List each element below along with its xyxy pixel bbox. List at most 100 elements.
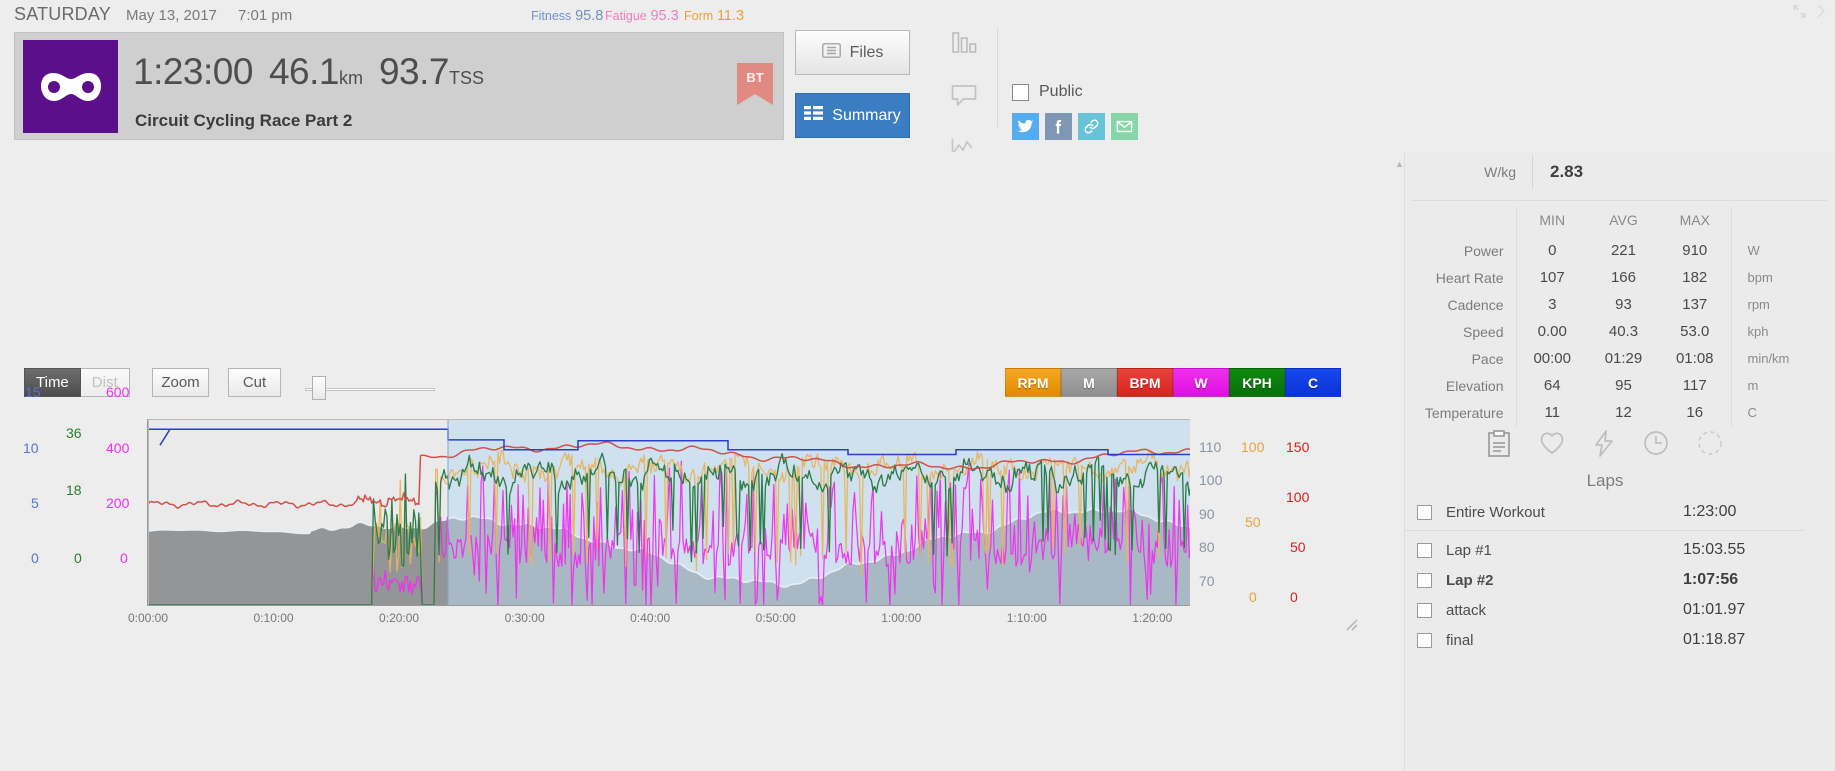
x-tick-1: 0:10:00 bbox=[253, 611, 294, 625]
list-item[interactable]: attack 01:01.97 bbox=[1405, 595, 1805, 625]
list-item[interactable]: final 01:18.87 bbox=[1405, 625, 1805, 655]
legend-button-m[interactable]: M bbox=[1061, 368, 1117, 397]
fatigue-label: Fatigue bbox=[605, 9, 647, 23]
axis-kph-tick-36: 36 bbox=[66, 425, 82, 441]
stat-max: 137 bbox=[1659, 291, 1732, 318]
workout-chart-plot[interactable] bbox=[147, 419, 1190, 606]
stat-max: 16 bbox=[1659, 399, 1732, 426]
axis-kph-tick-18: 18 bbox=[66, 482, 82, 498]
public-toggle[interactable]: Public bbox=[1012, 83, 1083, 101]
axis-m-tick-100: 100 bbox=[1199, 472, 1223, 488]
link-icon[interactable] bbox=[1078, 113, 1105, 140]
scrollbar-up-arrow[interactable]: ▲ bbox=[1395, 159, 1404, 169]
chevron-right-icon[interactable] bbox=[1816, 4, 1827, 23]
bt-badge: BT bbox=[737, 63, 773, 105]
fatigue-metric: Fatigue 95.3 bbox=[605, 8, 679, 24]
axis-bpm-tick-100: 100 bbox=[1286, 489, 1310, 505]
axis-bpm-tick-150: 150 bbox=[1286, 439, 1310, 455]
lap-checkbox[interactable] bbox=[1417, 542, 1432, 558]
axis-w-tick-600: 600 bbox=[106, 384, 130, 400]
stat-avg: 166 bbox=[1610, 269, 1636, 286]
files-button[interactable]: Files bbox=[795, 30, 910, 75]
stat-avg: 40.3 bbox=[1608, 323, 1639, 340]
stat-max: 117 bbox=[1659, 372, 1732, 399]
lightning-icon[interactable] bbox=[1593, 430, 1615, 462]
lap-checkbox[interactable] bbox=[1417, 602, 1432, 618]
summary-button[interactable]: Summary bbox=[795, 93, 910, 138]
wkg-value: 2.83 bbox=[1532, 155, 1612, 189]
fitness-metric: Fitness 95.8 bbox=[531, 8, 603, 24]
clock-icon[interactable] bbox=[1643, 430, 1669, 462]
facebook-icon[interactable] bbox=[1045, 113, 1072, 140]
form-value: 11.3 bbox=[716, 8, 745, 24]
window-controls bbox=[1793, 4, 1827, 23]
axis-rpm-tick-50: 50 bbox=[1245, 514, 1261, 530]
chart-resize-handle[interactable] bbox=[1345, 618, 1358, 636]
dashed-circle-icon[interactable] bbox=[1697, 430, 1723, 462]
header-divider bbox=[997, 27, 998, 127]
x-tick-8: 1:20:00 bbox=[1132, 611, 1173, 625]
axis-kph-tick-0: 0 bbox=[74, 550, 82, 566]
stat-min: 3 bbox=[1515, 291, 1588, 318]
bar-chart-icon[interactable] bbox=[940, 22, 988, 62]
list-item[interactable]: Lap #2 1:07:56 bbox=[1405, 565, 1805, 595]
expand-icon[interactable] bbox=[1793, 4, 1806, 23]
duration-value: 1:23:00 bbox=[133, 51, 253, 92]
legend-button-c[interactable]: C bbox=[1285, 368, 1341, 397]
sport-type-icon[interactable] bbox=[23, 40, 118, 133]
form-label: Form bbox=[684, 9, 714, 23]
axis-bpm-tick-0: 0 bbox=[1290, 589, 1298, 605]
legend-button-kph[interactable]: KPH bbox=[1229, 368, 1285, 397]
axis-bpm-tick-50: 50 bbox=[1290, 539, 1306, 555]
wkg-row: W/kg 2.83 bbox=[1405, 155, 1835, 189]
lap-time: 01:18.87 bbox=[1683, 631, 1746, 648]
top-date-bar: SATURDAY May 13, 2017 7:01 pm Fitness 95… bbox=[0, 0, 1835, 26]
zoom-slider-handle[interactable] bbox=[312, 376, 326, 400]
stats-header-row: MIN AVG MAX bbox=[1405, 207, 1805, 237]
lap-checkbox[interactable] bbox=[1417, 572, 1432, 588]
lap-checkbox[interactable] bbox=[1417, 504, 1432, 520]
stat-avg: 95 bbox=[1615, 377, 1632, 394]
distance-unit: km bbox=[338, 68, 363, 88]
files-icon bbox=[821, 42, 841, 63]
distance-value: 46.1 bbox=[268, 51, 340, 92]
stats-col-unit bbox=[1731, 207, 1805, 237]
stat-unit: rpm bbox=[1747, 297, 1770, 312]
stats-corner-cell bbox=[1405, 207, 1516, 237]
legend-button-w[interactable]: W bbox=[1173, 368, 1229, 397]
fatigue-value: 95.3 bbox=[650, 8, 679, 24]
lap-checkbox[interactable] bbox=[1417, 632, 1432, 648]
primary-stats: 1:23:00 46.1km 93.7TSS bbox=[133, 51, 484, 93]
legend-button-bpm[interactable]: BPM bbox=[1117, 368, 1173, 397]
clipboard-icon[interactable] bbox=[1487, 430, 1511, 462]
files-label: Files bbox=[849, 43, 884, 61]
stat-min: 0 bbox=[1515, 237, 1588, 264]
laps-title: Laps bbox=[1586, 471, 1624, 490]
axis-w-tick-400: 400 bbox=[106, 440, 130, 456]
chart-svg bbox=[148, 419, 1190, 605]
table-row: Heart Rate 107 166 182 bpm bbox=[1405, 264, 1805, 291]
list-item[interactable]: Entire Workout 1:23:00 bbox=[1405, 497, 1805, 527]
workout-title[interactable]: Circuit Cycling Race Part 2 bbox=[135, 111, 352, 131]
legend-button-rpm[interactable]: RPM bbox=[1005, 368, 1061, 397]
cut-button[interactable]: Cut bbox=[228, 368, 281, 397]
stat-min: 107 bbox=[1515, 264, 1588, 291]
comment-icon[interactable] bbox=[940, 75, 988, 115]
x-tick-3: 0:30:00 bbox=[504, 611, 545, 625]
list-item[interactable]: Lap #1 15:03.55 bbox=[1405, 535, 1805, 565]
table-row: Speed 0.00 40.3 53.0 kph bbox=[1405, 318, 1805, 345]
axis-m-tick-110: 110 bbox=[1199, 439, 1222, 455]
stat-min: 00:00 bbox=[1515, 345, 1588, 372]
heart-icon[interactable] bbox=[1539, 430, 1565, 462]
tss-value: 93.7 bbox=[378, 51, 450, 92]
twitter-icon[interactable] bbox=[1012, 113, 1039, 140]
public-checkbox[interactable] bbox=[1012, 83, 1029, 101]
stat-avg: 12 bbox=[1615, 404, 1632, 421]
wkg-label: W/kg bbox=[1484, 164, 1516, 180]
stat-avg: 01:29 bbox=[1604, 350, 1643, 367]
axis-w-tick-200: 200 bbox=[106, 495, 130, 511]
email-icon[interactable] bbox=[1111, 113, 1138, 140]
workout-detail-page: SATURDAY May 13, 2017 7:01 pm Fitness 95… bbox=[0, 0, 1835, 771]
x-tick-2: 0:20:00 bbox=[379, 611, 420, 625]
zoom-button[interactable]: Zoom bbox=[152, 368, 209, 397]
